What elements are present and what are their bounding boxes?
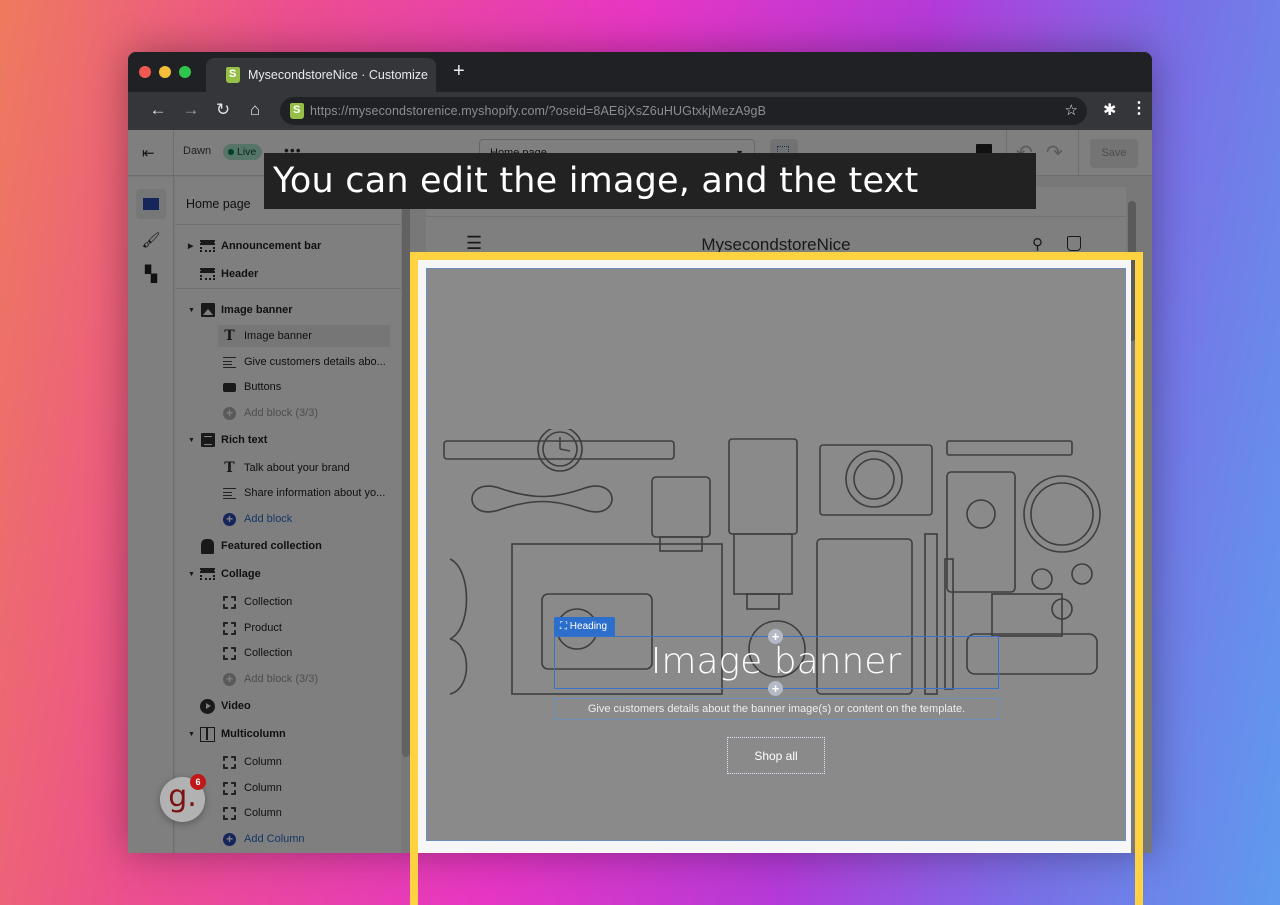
- forward-icon[interactable]: →: [181, 100, 201, 120]
- banner-heading[interactable]: Image banner: [427, 641, 1125, 682]
- browser-menu-icon[interactable]: ⋮: [1131, 100, 1147, 118]
- heading-tag-text: Heading: [569, 621, 608, 632]
- shopify-favicon-icon: [226, 67, 240, 83]
- url-text: https://mysecondstorenice.myshopify.com/…: [310, 104, 767, 118]
- site-favicon-icon: [290, 103, 304, 119]
- frame-icon: ⛶: [560, 621, 570, 632]
- image-banner-section[interactable]: ⛶ Heading Image banner + + Give customer…: [418, 260, 1131, 853]
- passport-illustration: [946, 471, 1016, 593]
- extensions-icon[interactable]: ✱: [1103, 100, 1116, 120]
- tab-title: MysecondstoreNice · Customize: [248, 68, 428, 82]
- shop-all-button[interactable]: Shop all: [727, 737, 825, 774]
- back-icon[interactable]: ←: [148, 100, 168, 120]
- camera-illustration: [819, 444, 933, 516]
- minimize-window-button[interactable]: [159, 66, 171, 78]
- add-block-below-icon[interactable]: +: [768, 681, 783, 696]
- close-window-button[interactable]: [139, 66, 151, 78]
- browser-tab[interactable]: MysecondstoreNice · Customize: [206, 58, 436, 92]
- watch-illustration: [443, 429, 675, 472]
- cup-illustration: [1023, 475, 1101, 553]
- cable-illustration: [471, 485, 613, 513]
- tutorial-caption: You can edit the image, and the text: [264, 153, 1036, 209]
- tab-strip: MysecondstoreNice · Customize +: [128, 52, 1152, 92]
- image-banner[interactable]: ⛶ Heading Image banner + + Give customer…: [426, 268, 1126, 841]
- new-tab-button[interactable]: +: [453, 61, 465, 81]
- address-bar[interactable]: https://mysecondstorenice.myshopify.com/…: [280, 97, 1087, 125]
- telephoto-lens-illustration: [728, 438, 798, 610]
- maximize-window-button[interactable]: [179, 66, 191, 78]
- bookmark-star-icon[interactable]: ☆: [1065, 101, 1078, 119]
- chat-notification-badge: 6: [190, 774, 206, 790]
- reload-icon[interactable]: ↻: [213, 100, 233, 120]
- browser-toolbar: ← → ↻ ⌂ https://mysecondstorenice.myshop…: [128, 92, 1152, 130]
- heading-block-label[interactable]: ⛶ Heading: [554, 617, 616, 636]
- home-icon[interactable]: ⌂: [245, 100, 265, 120]
- lens-illustration: [651, 476, 711, 552]
- banner-description[interactable]: Give customers details about the banner …: [554, 698, 999, 720]
- add-block-above-icon[interactable]: +: [768, 629, 783, 644]
- pencil-illustration: [946, 440, 1073, 456]
